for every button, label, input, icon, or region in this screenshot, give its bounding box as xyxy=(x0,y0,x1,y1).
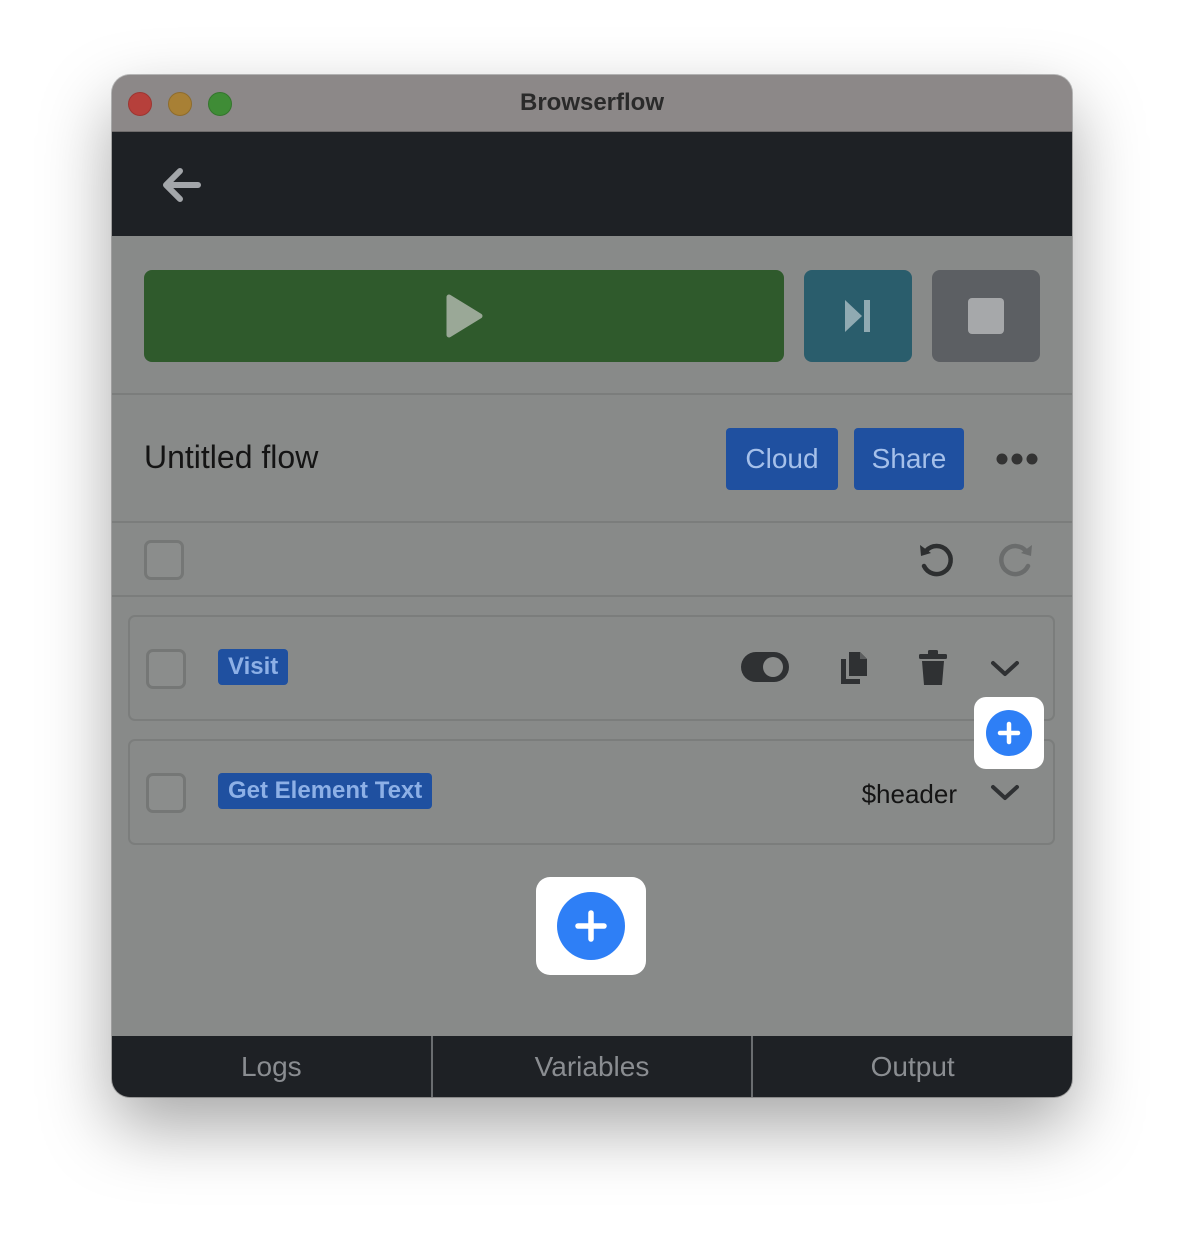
chevron-down-icon xyxy=(991,785,1019,800)
expand-step-button[interactable] xyxy=(990,659,1020,679)
flow-header: Untitled flow Cloud Share xyxy=(112,395,1072,523)
undo-button[interactable] xyxy=(916,539,956,579)
insert-step-button[interactable] xyxy=(974,697,1044,769)
redo-button[interactable] xyxy=(996,539,1036,579)
app-window: Browserflow Untitled flow Cloud Share Vi… xyxy=(112,75,1072,1097)
bottom-panel-tabs: Logs Variables Output xyxy=(112,1036,1072,1097)
run-controls xyxy=(112,236,1072,395)
back-button[interactable] xyxy=(158,162,204,208)
step-forward-button[interactable] xyxy=(804,270,912,362)
ellipsis-icon xyxy=(996,453,1038,465)
expand-step-button[interactable] xyxy=(990,783,1020,803)
trash-icon xyxy=(919,650,947,685)
flow-title[interactable]: Untitled flow xyxy=(144,439,318,476)
toggle-on-icon xyxy=(741,652,789,682)
step-card-get-element-text[interactable]: Get Element Text $header xyxy=(128,739,1055,845)
delete-step-button[interactable] xyxy=(918,650,948,686)
tab-logs[interactable]: Logs xyxy=(112,1036,431,1097)
duplicate-step-button[interactable] xyxy=(838,650,870,686)
arrow-left-icon xyxy=(163,168,201,202)
chevron-down-icon xyxy=(991,661,1019,676)
cloud-button[interactable]: Cloud xyxy=(726,428,838,490)
undo-icon xyxy=(920,543,953,577)
step-forward-icon xyxy=(845,300,870,332)
share-button[interactable]: Share xyxy=(854,428,964,490)
tab-output[interactable]: Output xyxy=(751,1036,1072,1097)
plus-circle-icon xyxy=(557,892,625,960)
select-all-checkbox[interactable] xyxy=(144,540,184,580)
step-checkbox[interactable] xyxy=(146,649,186,689)
play-icon xyxy=(446,294,483,338)
more-options-button[interactable] xyxy=(996,451,1038,467)
step-type-badge: Visit xyxy=(218,649,289,685)
top-navbar xyxy=(112,132,1072,236)
stop-icon xyxy=(968,298,1004,334)
step-card-visit[interactable]: Visit xyxy=(128,615,1055,721)
plus-circle-icon xyxy=(986,710,1032,756)
run-flow-button[interactable] xyxy=(144,270,784,362)
tab-variables[interactable]: Variables xyxy=(430,1036,752,1097)
redo-icon xyxy=(999,543,1032,577)
copy-icon xyxy=(841,652,867,684)
window-title: Browserflow xyxy=(519,89,665,116)
output-variable-name: $header xyxy=(861,779,957,809)
title-bar: Browserflow xyxy=(112,75,1072,132)
stop-button[interactable] xyxy=(932,270,1040,362)
steps-toolbar xyxy=(112,523,1072,597)
step-enable-toggle[interactable] xyxy=(740,651,790,683)
add-step-button[interactable] xyxy=(536,877,646,975)
step-type-badge: Get Element Text xyxy=(218,773,433,809)
step-checkbox[interactable] xyxy=(146,773,186,813)
